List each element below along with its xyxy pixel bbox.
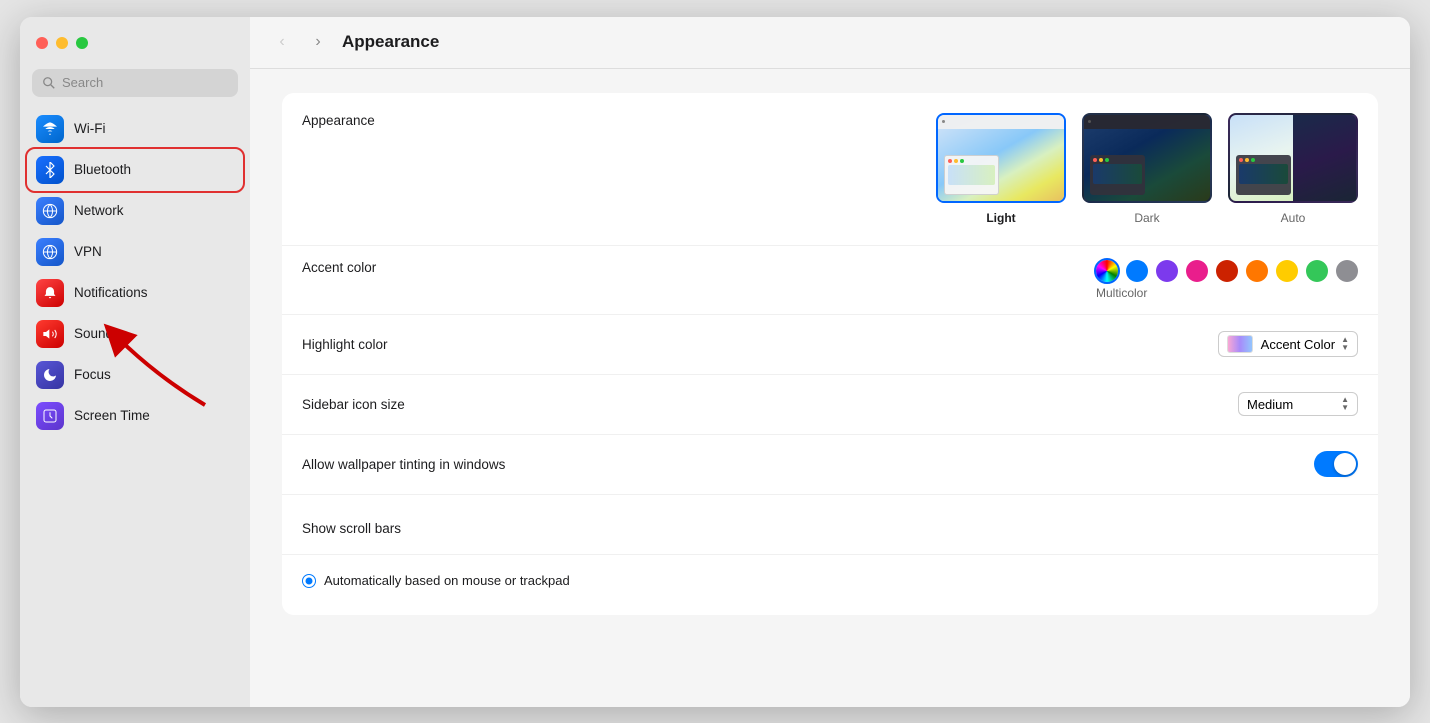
appearance-label-light: Light [986, 211, 1015, 225]
highlight-color-control: Accent Color ▲ ▼ [1218, 331, 1358, 357]
sidebar-item-sound[interactable]: Sound [28, 314, 242, 354]
sidebar: Search Wi-Fi Bluetooth [20, 17, 250, 707]
sidebar-item-screentime[interactable]: Screen Time [28, 396, 242, 436]
show-scroll-bars-row: Show scroll bars [282, 495, 1378, 555]
accent-orange[interactable] [1246, 260, 1268, 282]
accent-color-label: Accent color [302, 260, 1096, 275]
vpn-icon [36, 238, 64, 266]
sidebar-item-notifications-label: Notifications [74, 285, 148, 300]
page-title: Appearance [342, 32, 439, 52]
sidebar-item-screentime-label: Screen Time [74, 408, 150, 423]
sidebar-item-wifi-label: Wi-Fi [74, 121, 105, 136]
sidebar-icon-size-row: Sidebar icon size Medium ▲ ▼ [282, 375, 1378, 435]
sidebar-icon-size-label: Sidebar icon size [302, 397, 1238, 412]
appearance-thumb-dark[interactable] [1082, 113, 1212, 203]
accent-sub-label: Multicolor [1096, 286, 1147, 300]
sidebar-item-notifications[interactable]: Notifications [28, 273, 242, 313]
wifi-icon [36, 115, 64, 143]
sidebar-icon-stepper: ▲ ▼ [1341, 396, 1349, 412]
search-placeholder: Search [62, 75, 103, 90]
accent-color-swatches [1096, 260, 1358, 282]
sidebar-icon-size-dropdown[interactable]: Medium ▲ ▼ [1238, 392, 1358, 416]
appearance-row: Appearance [282, 93, 1378, 246]
stepper-arrows: ▲ ▼ [1341, 336, 1349, 352]
main-window: Search Wi-Fi Bluetooth [20, 17, 1410, 707]
highlight-color-dropdown[interactable]: Accent Color ▲ ▼ [1218, 331, 1358, 357]
sidebar-item-network-label: Network [74, 203, 124, 218]
highlight-swatch [1227, 335, 1253, 353]
scroll-auto-label: Automatically based on mouse or trackpad [324, 573, 570, 588]
search-bar[interactable]: Search [32, 69, 238, 97]
appearance-thumb-light[interactable] [936, 113, 1066, 203]
sidebar-item-vpn-label: VPN [74, 244, 102, 259]
scroll-bars-auto-row: Automatically based on mouse or trackpad [282, 555, 1378, 615]
wallpaper-tinting-toggle[interactable] [1314, 451, 1358, 477]
sidebar-item-bluetooth[interactable]: Bluetooth [28, 150, 242, 190]
maximize-button[interactable] [76, 37, 88, 49]
notifications-icon [36, 279, 64, 307]
appearance-label-auto: Auto [1281, 211, 1306, 225]
sidebar-icon-size-control: Medium ▲ ▼ [1238, 392, 1358, 416]
appearance-thumb-auto[interactable] [1228, 113, 1358, 203]
show-scroll-bars-label: Show scroll bars [302, 521, 1358, 536]
sidebar-titlebar [20, 17, 250, 69]
sidebar-list: Wi-Fi Bluetooth Network [20, 109, 250, 436]
content-area: Appearance [250, 69, 1410, 707]
accent-purple[interactable] [1156, 260, 1178, 282]
highlight-color-label: Highlight color [302, 337, 1218, 352]
sidebar-item-focus[interactable]: Focus [28, 355, 242, 395]
focus-icon [36, 361, 64, 389]
screentime-icon [36, 402, 64, 430]
sidebar-item-sound-label: Sound [74, 326, 113, 341]
highlight-color-value: Accent Color [1261, 337, 1335, 352]
back-button[interactable]: ‹ [270, 30, 294, 54]
wallpaper-tinting-label: Allow wallpaper tinting in windows [302, 457, 1314, 472]
search-icon [42, 76, 56, 90]
sidebar-item-wifi[interactable]: Wi-Fi [28, 109, 242, 149]
sidebar-item-network[interactable]: Network [28, 191, 242, 231]
appearance-card: Appearance [282, 93, 1378, 615]
appearance-label-dark: Dark [1134, 211, 1159, 225]
bluetooth-icon [36, 156, 64, 184]
accent-color-row: Accent color Mul [282, 246, 1378, 315]
accent-green[interactable] [1306, 260, 1328, 282]
sidebar-item-focus-label: Focus [74, 367, 111, 382]
scroll-auto-radio[interactable] [302, 574, 316, 588]
accent-blue[interactable] [1126, 260, 1148, 282]
accent-red[interactable] [1216, 260, 1238, 282]
accent-colors-section: Multicolor [1096, 260, 1358, 300]
accent-yellow[interactable] [1276, 260, 1298, 282]
appearance-option-auto[interactable]: Auto [1228, 113, 1358, 225]
accent-multicolor[interactable] [1096, 260, 1118, 282]
sidebar-item-vpn[interactable]: VPN [28, 232, 242, 272]
accent-pink[interactable] [1186, 260, 1208, 282]
sidebar-icon-size-value: Medium [1247, 397, 1293, 412]
minimize-button[interactable] [56, 37, 68, 49]
appearance-label: Appearance [302, 113, 936, 128]
wallpaper-tinting-row: Allow wallpaper tinting in windows [282, 435, 1378, 495]
close-button[interactable] [36, 37, 48, 49]
appearance-option-dark[interactable]: Dark [1082, 113, 1212, 225]
toggle-knob [1334, 453, 1356, 475]
forward-button[interactable]: › [306, 30, 330, 54]
sound-icon [36, 320, 64, 348]
highlight-color-row: Highlight color Accent Color ▲ ▼ [282, 315, 1378, 375]
appearance-options: Light [936, 113, 1358, 225]
main-titlebar: ‹ › Appearance [250, 17, 1410, 69]
accent-gray[interactable] [1336, 260, 1358, 282]
wallpaper-tinting-control [1314, 451, 1358, 477]
network-icon [36, 197, 64, 225]
sidebar-item-bluetooth-label: Bluetooth [74, 162, 131, 177]
main-content: ‹ › Appearance Appearance [250, 17, 1410, 707]
appearance-option-light[interactable]: Light [936, 113, 1066, 225]
